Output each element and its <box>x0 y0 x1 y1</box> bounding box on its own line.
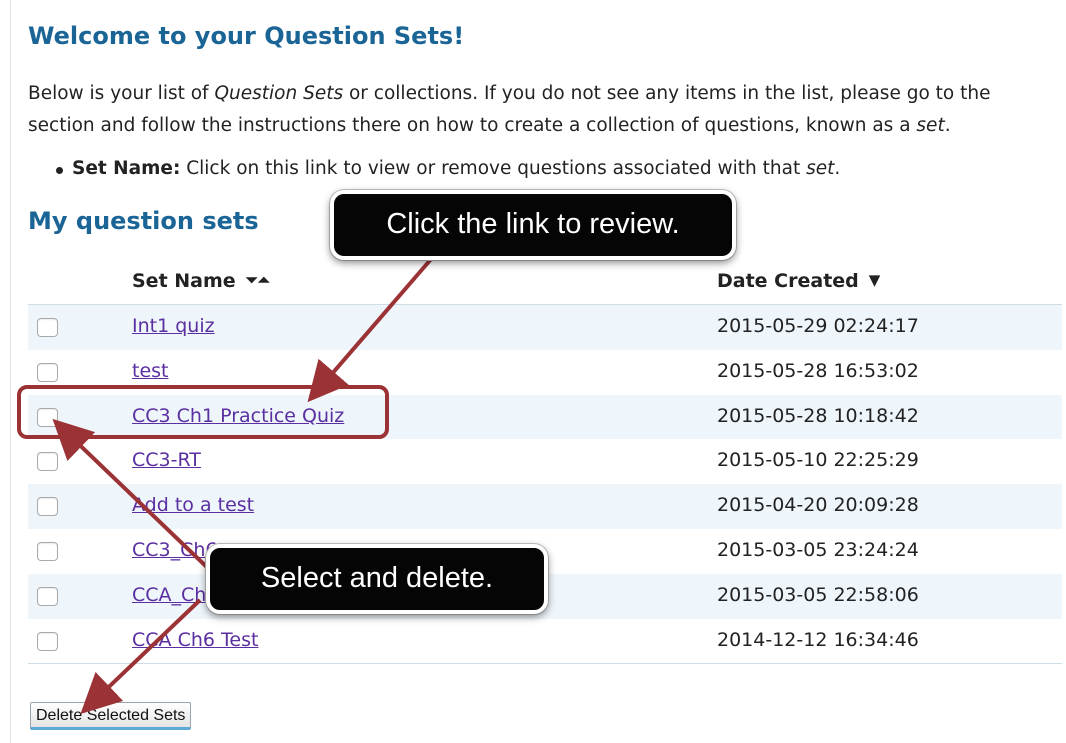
row-select-checkbox[interactable] <box>37 318 58 337</box>
set-name-link[interactable]: CC3_Ch6 <box>132 539 218 561</box>
set-name-link[interactable]: Int1 quiz <box>132 315 215 337</box>
set-name-bullet: Set Name: Click on this link to view or … <box>56 158 840 179</box>
row-select-checkbox[interactable] <box>37 362 58 382</box>
date-created: 2015-03-05 22:58:06 <box>717 583 919 606</box>
column-header-date-created[interactable]: Date Created ▼ <box>717 270 880 292</box>
set-name-link[interactable]: CC3-RT <box>132 449 201 471</box>
table-row: CCA Ch6 Test 2014-12-12 16:34:46 <box>28 619 1062 664</box>
date-created: 2015-05-28 10:18:42 <box>717 404 919 427</box>
page-left-border <box>10 0 11 743</box>
set-name-link[interactable]: test <box>132 360 169 382</box>
table-header: Set Name ⏷⏶ Date Created ▼ <box>28 258 1062 305</box>
bullet-dot <box>56 167 63 174</box>
table-body: Int1 quiz 2015-05-29 02:24:17 test 2015-05-… <box>28 305 1062 663</box>
table-row: CC3-RT 2015-05-10 22:25:29 <box>28 439 1062 484</box>
date-created: 2014-12-12 16:34:46 <box>717 628 919 651</box>
annotation-highlight-box <box>17 385 389 439</box>
set-name-link[interactable]: Add to a test <box>132 494 254 516</box>
row-select-checkbox[interactable] <box>37 586 58 606</box>
date-created: 2015-03-05 23:24:24 <box>717 538 919 561</box>
sort-both-icon[interactable]: ⏷⏶ <box>246 271 270 289</box>
callout-select-delete: Select and delete. <box>206 544 548 614</box>
table-row: Int1 quiz 2015-05-29 02:24:17 <box>28 305 1062 350</box>
sort-desc-icon[interactable]: ▼ <box>869 271 881 289</box>
delete-selected-sets-button[interactable]: Delete Selected Sets <box>30 702 192 730</box>
table-row: Add to a test 2015-04-20 20:09:28 <box>28 484 1062 529</box>
row-select-checkbox[interactable] <box>37 497 58 517</box>
page-title: Welcome to your Question Sets! <box>28 22 465 50</box>
intro-text: Below is your list of Question Sets or c… <box>28 83 991 136</box>
callout-click-review: Click the link to review. <box>330 190 736 260</box>
row-select-checkbox[interactable] <box>37 452 58 472</box>
date-created: 2015-04-20 20:09:28 <box>717 494 919 517</box>
set-name-link[interactable]: CCA Ch6 Test <box>132 629 258 651</box>
date-created: 2015-05-28 16:53:02 <box>717 359 919 382</box>
column-header-set-name[interactable]: Set Name ⏷⏶ <box>132 270 270 292</box>
date-created: 2015-05-10 22:25:29 <box>717 449 919 472</box>
row-select-checkbox[interactable] <box>37 541 58 561</box>
section-title: My question sets <box>28 207 259 235</box>
row-select-checkbox[interactable] <box>37 631 58 651</box>
table-bottom-border <box>28 663 1062 665</box>
date-created: 2015-05-29 02:24:17 <box>717 315 919 337</box>
